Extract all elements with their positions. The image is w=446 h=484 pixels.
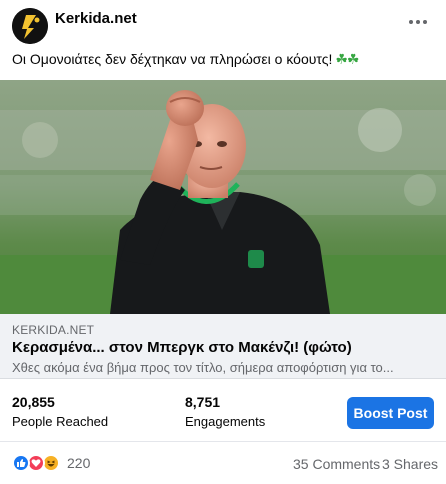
post-text: Οι Ομονοιάτες δεν δέχτηκαν να πληρώσει ο… [12,51,359,68]
coach-photo-image [0,80,446,314]
people-reached-stat[interactable]: 20,855 People Reached [12,394,108,429]
post-insights: 20,855 People Reached 8,751 Engagements … [0,380,446,442]
people-reached-value: 20,855 [12,394,55,410]
shamrock-emoji: ☘☘ [335,51,359,67]
engagements-stat[interactable]: 8,751 Engagements [185,394,265,429]
link-domain: KERKIDA.NET [12,323,95,337]
people-reached-label: People Reached [12,414,109,429]
post-header: Kerkida.net [12,8,434,44]
comments-count-link[interactable]: 35 Comments [293,456,380,472]
link-title[interactable]: Κερασμένα... στον Μπεργκ στο Μακένζι! (φ… [12,339,352,356]
link-description: Χθες ακόμα ένα βήμα προς τον τίτλο, σήμε… [12,360,394,375]
post-message: Οι Ομονοιάτες δεν δέχτηκαν να πληρώσει ο… [12,51,333,67]
boost-post-button[interactable]: Boost Post [347,397,434,429]
page-name[interactable]: Kerkida.net [55,10,137,27]
page-avatar[interactable] [12,8,48,44]
like-icon [12,454,30,472]
reaction-count: 220 [67,455,91,471]
kerkida-logo-icon [12,8,48,44]
link-preview[interactable]: KERKIDA.NET Κερασμένα... στον Μπεργκ στο… [0,314,446,379]
more-options-icon[interactable] [404,12,432,32]
engagements-value: 8,751 [185,394,221,410]
shares-count-link[interactable]: 3 Shares [382,456,438,472]
post-photo[interactable] [0,80,446,314]
engagements-label: Engagements [185,414,266,429]
reactions-summary[interactable]: 220 [12,453,90,473]
